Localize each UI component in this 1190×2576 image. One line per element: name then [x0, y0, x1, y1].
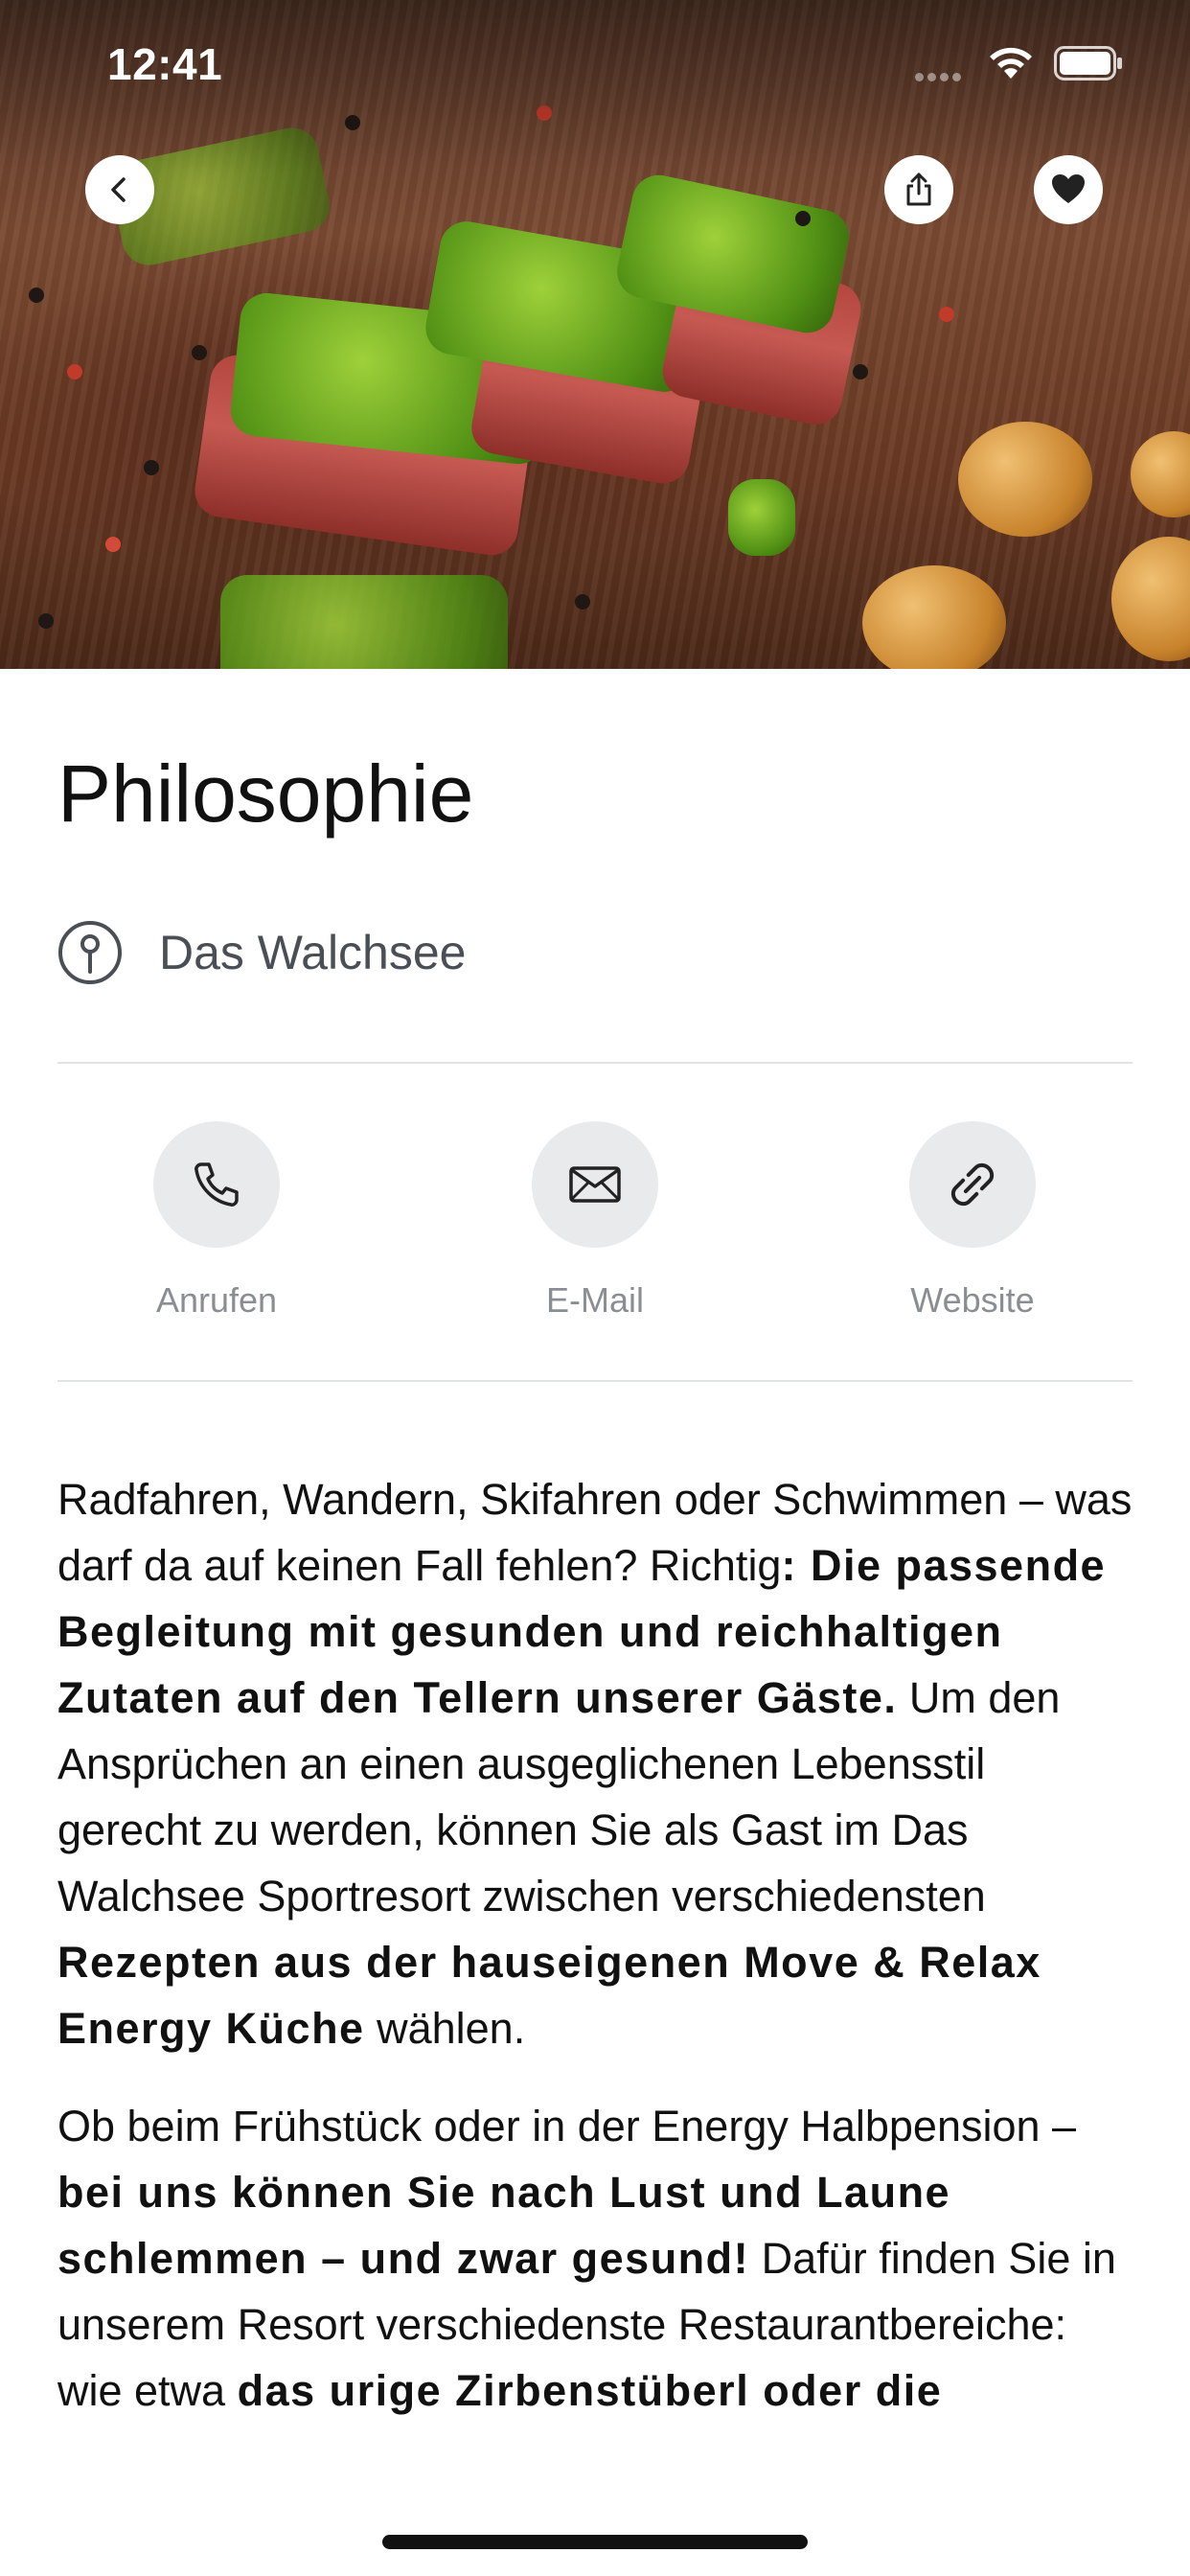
- back-button[interactable]: [85, 155, 154, 224]
- phone-icon: [195, 1162, 239, 1207]
- link-icon: [950, 1162, 995, 1207]
- location-name: Das Walchsee: [159, 926, 467, 979]
- battery-icon: [1054, 46, 1122, 80]
- call-label: Anrufen: [155, 1280, 278, 1320]
- share-button[interactable]: [884, 155, 953, 224]
- divider: [57, 1380, 1133, 1382]
- home-indicator[interactable]: [382, 2535, 808, 2549]
- favorite-button[interactable]: [1034, 155, 1103, 224]
- contact-actions: Anrufen E-Mail Website: [57, 1121, 1133, 1332]
- website-label: Website: [910, 1280, 1035, 1320]
- chevron-left-icon: [111, 177, 126, 202]
- location-pin-icon: [58, 921, 122, 984]
- page-title: Philosophie: [57, 748, 474, 839]
- mail-icon: [569, 1166, 621, 1203]
- status-bar: 12:41: [0, 0, 1190, 130]
- cellular-signal-icon: [915, 69, 973, 82]
- divider: [57, 1062, 1133, 1064]
- paragraph: Ob beim Frühstück oder in der Energy Hal…: [57, 2102, 1116, 2415]
- location-row[interactable]: Das Walchsee: [57, 918, 466, 987]
- website-button[interactable]: Website: [877, 1121, 1068, 1321]
- email-label: E-Mail: [545, 1280, 644, 1320]
- wifi-icon: [990, 47, 1032, 79]
- paragraph: Radfahren, Wandern, Skifahren oder Schwi…: [57, 1475, 1133, 2053]
- heart-icon: [1052, 174, 1085, 203]
- description: Radfahren, Wandern, Skifahren oder Schwi…: [57, 1466, 1140, 2455]
- email-button[interactable]: E-Mail: [499, 1121, 691, 1321]
- status-time: 12:41: [107, 39, 223, 89]
- share-icon: [906, 172, 931, 206]
- call-button[interactable]: Anrufen: [121, 1121, 312, 1321]
